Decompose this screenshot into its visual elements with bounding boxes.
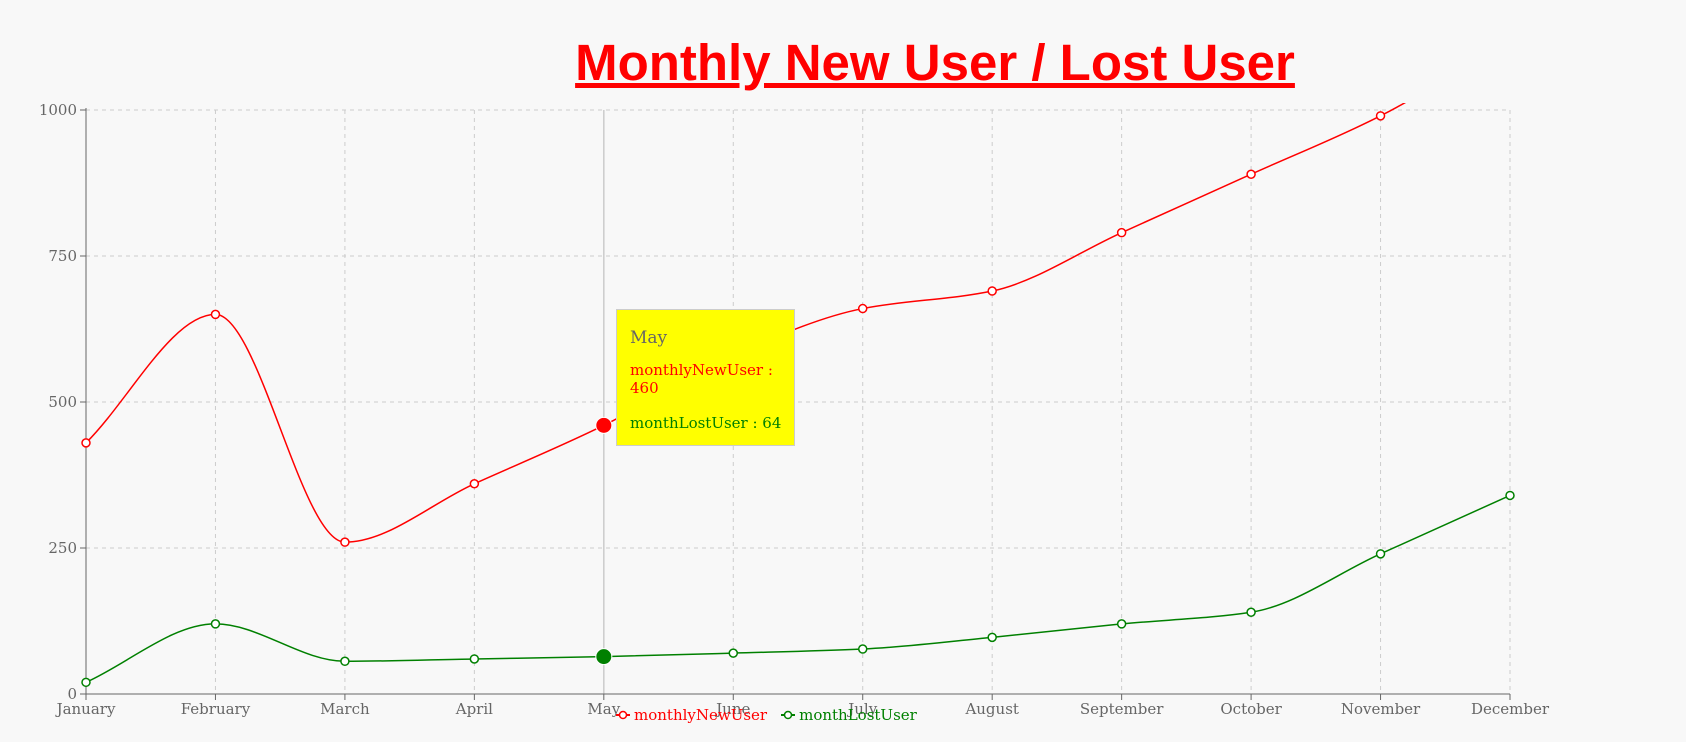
grid-lines [86,109,1511,694]
legend-label: monthLostUser [799,706,917,724]
series-monthlyNewUser [81,36,1514,547]
data-point[interactable] [857,303,868,314]
tooltip-label: May [630,328,668,348]
data-point[interactable] [81,677,91,688]
data-point[interactable] [1505,490,1515,501]
data-point[interactable] [210,619,221,629]
series-layer [81,36,1515,688]
data-point[interactable] [210,309,221,320]
data-point[interactable] [1116,227,1127,238]
data-point[interactable] [1375,549,1386,559]
line-chart: 02505007501000January February March April M… [39,36,1550,718]
x-tick-label: March [320,700,370,718]
data-point[interactable] [1506,36,1514,44]
data-point[interactable] [1246,607,1256,617]
x-tick-label: December [1471,700,1550,718]
legend-item-lost-user[interactable]: monthLostUser [781,706,917,724]
series-line [85,494,1511,684]
x-tick-label: April [455,700,493,718]
legend-line-icon [616,710,630,720]
legend-item-new-user[interactable]: monthlyNewUser [616,706,767,724]
active-data-point[interactable] [595,648,613,666]
data-point[interactable] [1116,619,1127,629]
y-tick-label: 1000 [39,101,77,119]
series-line [85,103,1407,543]
x-tick-label: September [1080,700,1164,718]
data-point[interactable] [857,644,868,654]
tooltip: May monthlyNewUser : 460 monthLostUser :… [616,309,795,446]
data-point[interactable] [469,479,480,489]
tooltip-item-new-user: monthlyNewUser : 460 [630,361,773,397]
y-tick-label: 500 [48,393,77,411]
y-tick-label: 250 [48,539,77,557]
x-tick-label: October [1220,700,1282,718]
x-tick-label: August [964,700,1018,718]
data-point[interactable] [1375,111,1386,121]
data-point[interactable] [1246,169,1256,179]
active-data-point[interactable] [595,416,613,434]
series-monthLostUser [81,490,1515,688]
x-tick-label: November [1341,700,1421,718]
data-point[interactable] [81,438,91,448]
x-tick-label: February [181,700,251,718]
x-tick-label: January [55,700,116,718]
data-point[interactable] [340,537,350,547]
y-tick-label: 750 [48,247,77,265]
tooltip-item-lost-user: monthLostUser : 64 [630,414,782,432]
data-point[interactable] [987,632,997,643]
legend: monthlyNewUser monthLostUser [616,706,917,724]
legend-line-icon [781,710,796,720]
data-point[interactable] [469,654,480,664]
data-point[interactable] [340,656,350,667]
data-point[interactable] [728,648,739,658]
data-point[interactable] [987,286,997,296]
legend-label: monthlyNewUser [634,706,768,724]
